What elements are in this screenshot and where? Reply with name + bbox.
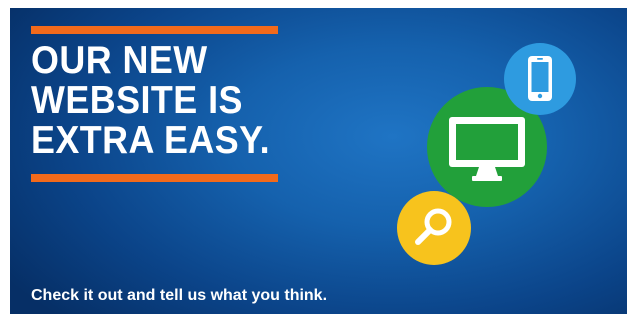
- tagline: Check it out and tell us what you think.: [31, 287, 328, 304]
- headline-line-2: WEBSITE IS: [31, 79, 243, 122]
- top-accent-bar: [31, 26, 278, 34]
- website-promo-banner[interactable]: OUR NEW WEBSITE IS EXTRA EASY. Check it …: [10, 8, 627, 314]
- headline: OUR NEW WEBSITE IS EXTRA EASY.: [31, 41, 270, 161]
- bottom-accent-bar: [31, 174, 278, 182]
- search-circle: [397, 191, 471, 265]
- headline-line-1: OUR NEW: [31, 39, 208, 82]
- smartphone-icon: [528, 56, 552, 101]
- headline-line-3: EXTRA EASY.: [31, 119, 270, 162]
- phone-circle: [504, 43, 576, 115]
- magnifying-glass-icon: [415, 208, 452, 245]
